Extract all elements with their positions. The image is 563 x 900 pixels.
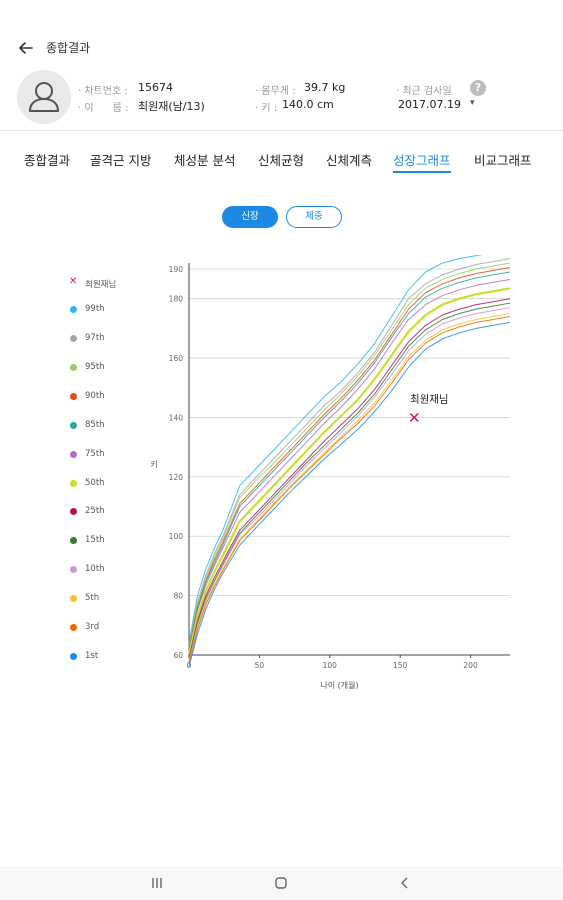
y-axis-label: 키 [150, 460, 157, 469]
x-axis-label: 나이 (개월) [320, 680, 358, 690]
tab-summary[interactable]: 종합결과 [24, 150, 70, 169]
y-tick-label: 190 [169, 265, 184, 274]
recent-exam-label: · 최근 검사일 [396, 86, 452, 97]
y-tick-label: 160 [169, 354, 184, 363]
x-tick-label: 200 [463, 661, 478, 670]
legend-dot-icon [70, 508, 77, 515]
height-label: · 키 : [255, 103, 278, 114]
top-bar: 종합결과 [0, 30, 563, 66]
y-tick-label: 120 [169, 473, 184, 482]
legend-dot-icon [70, 422, 77, 429]
series-line-25th [188, 298, 511, 659]
user-icon [29, 82, 59, 112]
back-arrow-icon[interactable] [16, 38, 36, 58]
y-tick-label: 140 [169, 413, 184, 422]
name-label: · 이 름 : [78, 103, 129, 114]
tab-body-measurement[interactable]: 신체계측 [326, 150, 372, 169]
tab-body-balance[interactable]: 신체균형 [258, 150, 304, 169]
chart-number-label: · 차트번호 : [78, 86, 128, 97]
tab-bar: 종합결과 골격근 지방 체성분 분석 신체균형 신체계측 성장그래프 비교그래프 [0, 150, 563, 174]
recent-apps-icon[interactable] [148, 874, 166, 892]
legend-dot-icon [70, 480, 77, 487]
series-line-15th [188, 302, 511, 660]
series-line-5th [188, 313, 511, 663]
y-tick-label: 100 [169, 532, 184, 541]
legend-dot-icon [70, 595, 77, 602]
patient-marker-icon: ✕ [69, 276, 78, 287]
y-tick-label: 180 [169, 295, 184, 304]
avatar [17, 70, 71, 124]
system-nav-bar [0, 866, 563, 900]
tab-muscle-fat[interactable]: 골격근 지방 [90, 150, 151, 169]
legend-dot-icon [70, 653, 77, 660]
legend-dot-icon [70, 537, 77, 544]
series-line-75th [188, 278, 511, 653]
patient-label: 최원재님 [410, 393, 449, 405]
recent-exam-date[interactable]: 2017.07.19 [398, 98, 461, 111]
tab-body-composition[interactable]: 체성분 분석 [174, 150, 235, 169]
series-line-97th [188, 258, 511, 647]
back-nav-icon[interactable] [396, 874, 414, 892]
weight-value: 39.7 kg [304, 81, 346, 94]
legend-dot-icon [70, 393, 77, 400]
x-tick-label: 50 [255, 661, 265, 670]
x-tick-label: 100 [323, 661, 338, 670]
home-icon[interactable] [272, 874, 290, 892]
tab-compare-graph[interactable]: 비교그래프 [474, 150, 532, 169]
y-tick-label: 60 [173, 651, 183, 660]
legend-dot-icon [70, 306, 77, 313]
name-value: 최원재(남/13) [138, 100, 205, 113]
legend-dot-icon [70, 335, 77, 342]
growth-chart: 60801001201401601801900 50 100 150 200나이 (개월… [150, 255, 511, 690]
page-title: 종합결과 [46, 41, 91, 55]
legend-dot-icon [70, 624, 77, 631]
date-dropdown-icon[interactable]: ▾ [470, 98, 475, 108]
height-toggle-button[interactable]: 신장 [222, 206, 278, 228]
weight-label: · 몸무게 : [255, 86, 296, 97]
profile-section: · 차트번호 : 15674 · 이 름 : 최원재(남/13) · 몸무게 :… [0, 70, 563, 130]
series-line-50th [187, 287, 511, 656]
series-line-3rd [188, 316, 511, 665]
series-line-1st [188, 321, 511, 668]
chart-number-value: 15674 [138, 81, 173, 94]
help-icon[interactable]: ? [470, 80, 486, 96]
weight-toggle-button[interactable]: 체중 [286, 206, 342, 228]
legend-dot-icon [70, 451, 77, 458]
x-tick-label: 150 [393, 661, 408, 670]
divider [0, 130, 563, 131]
legend-dot-icon [70, 566, 77, 573]
series-line-95th [188, 262, 511, 648]
series-line-85th [188, 271, 511, 651]
series-line-10th [188, 307, 511, 662]
legend-dot-icon [70, 364, 77, 371]
series-line-90th [188, 267, 511, 650]
height-value: 140.0 cm [282, 98, 334, 111]
y-tick-label: 80 [173, 592, 183, 601]
tab-growth-graph[interactable]: 성장그래프 [393, 150, 451, 173]
